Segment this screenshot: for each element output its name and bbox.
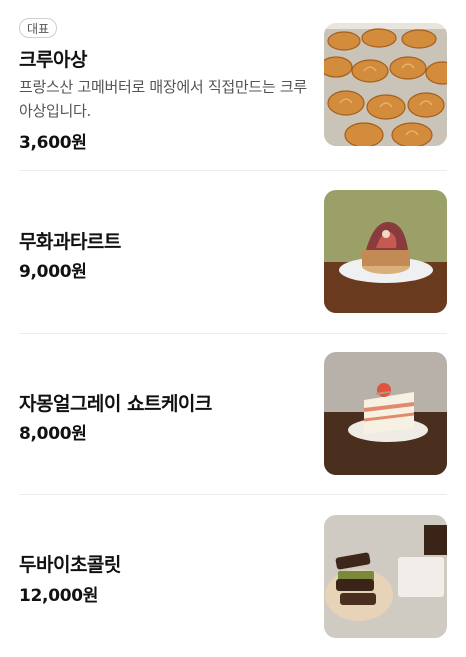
menu-item-name: 무화과타르트 bbox=[19, 231, 121, 253]
dubai-chocolate-photo[interactable] bbox=[324, 515, 447, 638]
menu-item-price: 9,000원 bbox=[19, 262, 87, 282]
divider bbox=[19, 494, 447, 495]
menu-item-price: 3,600원 bbox=[19, 133, 87, 153]
menu-item-name: 두바이초콜릿 bbox=[19, 554, 121, 576]
divider bbox=[19, 170, 447, 171]
menu-item-description: 프랑스산 고메버터로 매장에서 직접만드는 크루아상입니다. bbox=[19, 78, 307, 120]
grapefruit-cake-photo[interactable] bbox=[324, 352, 447, 475]
menu-item-price: 12,000원 bbox=[19, 586, 99, 606]
signature-badge: 대표 bbox=[19, 18, 58, 38]
fig-tart-photo[interactable] bbox=[324, 190, 447, 313]
menu-item-price: 8,000원 bbox=[19, 424, 87, 444]
croissant-tray-photo[interactable] bbox=[324, 23, 447, 146]
divider bbox=[19, 333, 447, 334]
menu-item-name: 자몽얼그레이 쇼트케이크 bbox=[19, 393, 212, 415]
menu-item-name: 크루아상 bbox=[19, 49, 87, 71]
